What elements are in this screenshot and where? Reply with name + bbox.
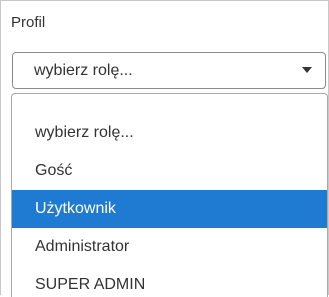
option-choose-role[interactable]: wybierz rolę... xyxy=(12,114,327,152)
role-dropdown-list: wybierz rolę... Gość Użytkownik Administ… xyxy=(11,93,328,297)
profile-label: Profil xyxy=(11,14,46,31)
option-administrator[interactable]: Administrator xyxy=(12,228,327,266)
role-select[interactable]: wybierz rolę... xyxy=(12,52,326,89)
option-guest[interactable]: Gość xyxy=(12,152,327,190)
option-super-admin[interactable]: SUPER ADMIN xyxy=(12,266,327,297)
option-user[interactable]: Użytkownik xyxy=(12,190,327,228)
role-select-value: wybierz rolę... xyxy=(34,62,133,79)
caret-down-icon[interactable] xyxy=(302,67,312,73)
profile-panel: Profil wybierz rolę... wybierz rolę... G… xyxy=(0,0,329,297)
